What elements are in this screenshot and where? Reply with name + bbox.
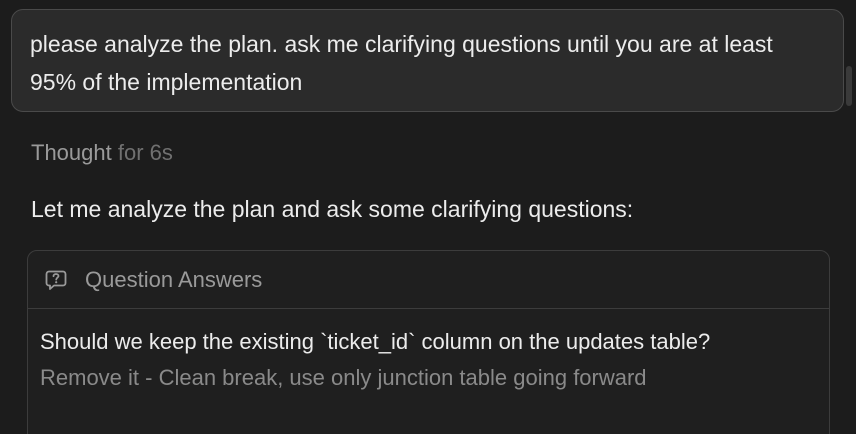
question-bubble-icon xyxy=(43,267,69,293)
user-message-text: please analyze the plan. ask me clarifyi… xyxy=(30,31,773,95)
question-answers-body: Should we keep the existing `ticket_id` … xyxy=(28,309,829,396)
assistant-message: Let me analyze the plan and ask some cla… xyxy=(31,196,634,222)
question-answers-header[interactable]: Question Answers xyxy=(28,251,829,309)
user-message-bubble[interactable]: please analyze the plan. ask me clarifyi… xyxy=(11,9,844,112)
question-answers-title: Question Answers xyxy=(85,266,263,292)
thought-indicator[interactable]: Thought for 6s xyxy=(31,138,173,168)
question-answers-card: Question Answers Should we keep the exis… xyxy=(27,250,830,434)
thought-duration: for 6s xyxy=(117,140,173,165)
answer-text: Remove it - Clean break, use only juncti… xyxy=(40,365,647,390)
question-text: Should we keep the existing `ticket_id` … xyxy=(40,329,711,354)
thought-label: Thought xyxy=(31,140,112,165)
chat-panel: please analyze the plan. ask me clarifyi… xyxy=(0,0,856,434)
scrollbar-thumb[interactable] xyxy=(846,66,852,106)
